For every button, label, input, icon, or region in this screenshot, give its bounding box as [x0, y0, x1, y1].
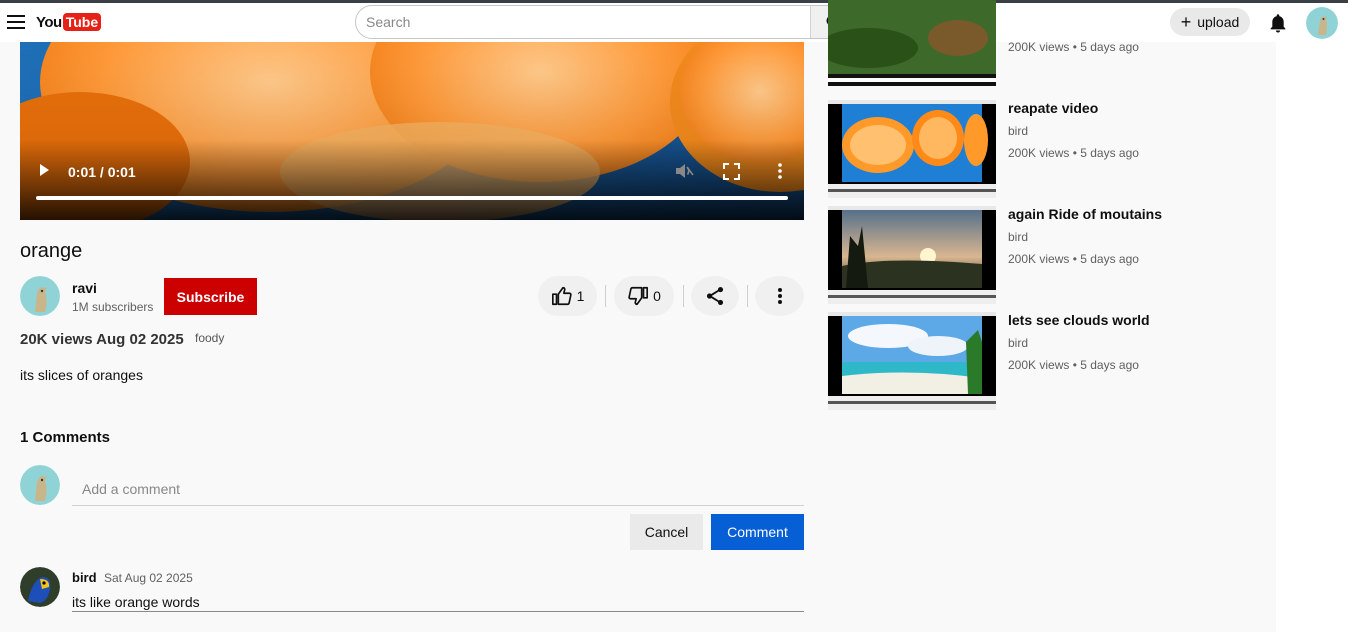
rec-meta: 200K views • 5 days ago	[1008, 252, 1139, 266]
rec-title: reapate video	[1008, 100, 1099, 116]
dislike-count: 0	[653, 288, 661, 304]
comment-author[interactable]: bird	[72, 570, 97, 585]
rec-title: again Ride of moutains	[1008, 206, 1163, 222]
divider	[747, 285, 748, 307]
logo-text-tube: Tube	[62, 13, 102, 31]
rec-meta: 200K views • 5 days ago	[1008, 40, 1139, 54]
fullscreen-icon[interactable]	[723, 163, 740, 180]
commenter-avatar[interactable]	[20, 567, 60, 607]
search-box	[355, 5, 855, 39]
logo-text-you: You	[36, 13, 62, 31]
video-player[interactable]: 0:01 / 0:01	[20, 42, 804, 220]
right-gutter	[1276, 42, 1348, 632]
channel-name[interactable]: ravi	[72, 280, 97, 296]
recommendation-item[interactable]: 200K views • 5 days ago	[828, 0, 1276, 86]
divider	[683, 285, 684, 307]
user-avatar[interactable]	[1306, 7, 1338, 39]
video-thumbnail	[828, 100, 996, 198]
current-user-avatar	[20, 465, 60, 505]
play-icon[interactable]	[36, 162, 52, 178]
like-count: 1	[576, 288, 585, 304]
comment-input[interactable]	[72, 472, 804, 506]
video-title: orange	[20, 240, 83, 262]
like-button[interactable]: 1	[538, 276, 597, 316]
dislike-button[interactable]: 0	[614, 276, 674, 316]
subscriber-count: 1M subscribers	[72, 300, 154, 314]
time-display: 0:01 / 0:01	[68, 164, 136, 180]
thumbs-down-icon	[628, 286, 649, 306]
recommendation-item[interactable]: reapate video bird 200K views • 5 days a…	[828, 100, 1276, 198]
category-tag: foody	[195, 331, 225, 345]
volume-icon[interactable]	[674, 162, 694, 180]
search-input[interactable]	[356, 6, 811, 38]
rec-channel: bird	[1008, 124, 1029, 138]
progress-bar[interactable]	[36, 196, 788, 200]
cancel-button[interactable]: Cancel	[630, 514, 703, 550]
video-thumbnail	[828, 312, 996, 410]
channel-avatar[interactable]	[20, 276, 60, 316]
comment-divider	[72, 611, 804, 612]
recommendation-item[interactable]: lets see clouds world bird 200K views • …	[828, 312, 1276, 410]
rec-channel: bird	[1008, 336, 1029, 350]
youtube-logo[interactable]: You Tube	[36, 13, 102, 31]
comment-text: its like orange words	[72, 594, 200, 610]
video-thumbnail	[828, 0, 996, 86]
rec-meta: 200K views • 5 days ago	[1008, 358, 1139, 372]
more-vert-icon	[777, 288, 782, 304]
video-description: its slices of oranges	[20, 367, 143, 383]
rec-title: lets see clouds world	[1008, 312, 1150, 328]
rec-channel: bird	[1008, 230, 1029, 244]
comment-date: Sat Aug 02 2025	[104, 571, 193, 585]
comments-heading: 1 Comments	[20, 429, 111, 446]
rec-meta: 200K views • 5 days ago	[1008, 146, 1139, 160]
subscribe-button[interactable]: Subscribe	[164, 278, 257, 315]
player-controls: 0:01 / 0:01	[20, 42, 804, 220]
share-icon	[706, 287, 724, 305]
views-and-date: 20K views Aug 02 2025	[20, 331, 184, 348]
menu-icon[interactable]	[7, 15, 25, 29]
video-thumbnail	[828, 206, 996, 304]
thumbs-up-icon	[551, 286, 572, 306]
more-vert-icon[interactable]	[774, 162, 786, 180]
divider	[605, 285, 606, 307]
more-actions-button[interactable]	[755, 276, 804, 316]
share-button[interactable]	[691, 276, 739, 316]
recommendation-item[interactable]: again Ride of moutains bird 200K views •…	[828, 206, 1276, 304]
comment-submit-button[interactable]: Comment	[711, 514, 804, 550]
